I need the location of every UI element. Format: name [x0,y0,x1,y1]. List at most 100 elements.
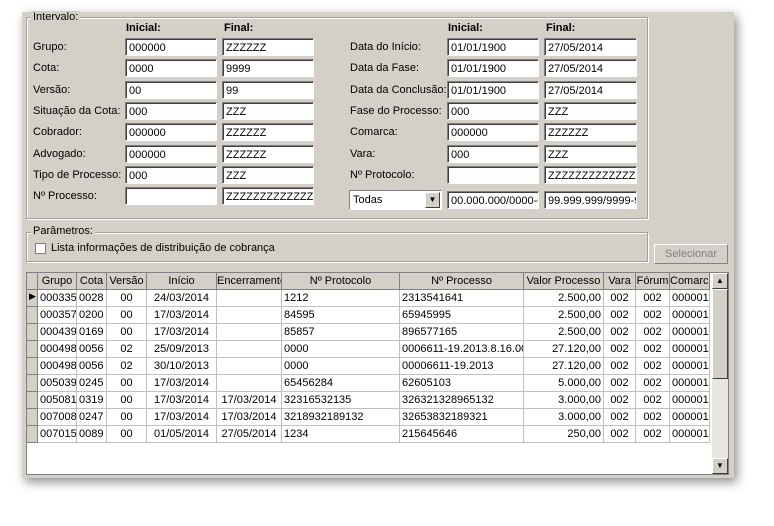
table-cell[interactable] [217,307,282,324]
distribuicao-checkbox[interactable] [35,243,46,254]
right-row-inicial-field[interactable]: 000 [447,102,539,120]
table-cell[interactable]: 002 [636,409,670,426]
table-cell[interactable]: 3.000,00 [524,409,604,426]
left-row-inicial-field[interactable]: 000000 [125,123,217,141]
table-cell[interactable]: 000498 [38,358,77,375]
table-cell[interactable]: 000001 [670,392,710,409]
table-cell[interactable]: 00 [107,324,147,341]
left-row-inicial-field[interactable]: 00 [125,81,217,99]
table-cell[interactable]: 000357 [38,307,77,324]
table-cell[interactable]: 17/03/2014 [147,392,217,409]
processo-type-select[interactable]: Todas ▼ [349,190,442,210]
column-header[interactable]: Fórum [636,273,670,290]
left-row-inicial-field[interactable]: 000000 [125,38,217,56]
table-cell[interactable]: 007008 [38,409,77,426]
table-cell[interactable]: 000439 [38,324,77,341]
table-cell[interactable]: 5.000,00 [524,375,604,392]
table-cell[interactable]: 0028 [77,290,107,307]
table-cell[interactable]: 0200 [77,307,107,324]
table-cell[interactable]: 005081 [38,392,77,409]
table-cell[interactable]: 2.500,00 [524,290,604,307]
table-cell[interactable]: 00 [107,409,147,426]
table-cell[interactable]: 326321328965132 [400,392,524,409]
left-row-final-field[interactable]: ZZZ [222,102,314,120]
table-cell[interactable]: 0056 [77,341,107,358]
column-header[interactable]: Cota [77,273,107,290]
table-cell[interactable]: 000001 [670,341,710,358]
table-cell[interactable]: 00 [107,426,147,443]
table-cell[interactable]: 00006611-19.2013 [400,358,524,375]
table-cell[interactable]: 84595 [282,307,400,324]
right-row-final-field[interactable]: ZZZZZZZZZZZZZZ [544,166,637,184]
scroll-down-icon[interactable]: ▼ [712,458,728,474]
table-cell[interactable]: 1234 [282,426,400,443]
table-cell[interactable]: 000335 [38,290,77,307]
table-cell[interactable]: 32316532135 [282,392,400,409]
table-cell[interactable]: 27.120,00 [524,341,604,358]
table-cell[interactable]: 0000 [282,341,400,358]
table-cell[interactable]: 17/03/2014 [147,409,217,426]
processo-final-field[interactable]: 99.999.999/9999-99 [544,191,637,209]
left-row-inicial-field[interactable] [125,187,217,205]
column-header[interactable]: Valor Processo [524,273,604,290]
scroll-up-icon[interactable]: ▲ [712,273,728,289]
table-cell[interactable] [217,375,282,392]
table-cell[interactable]: 32653832189321 [400,409,524,426]
table-cell[interactable]: 00 [107,375,147,392]
scroll-thumb[interactable] [712,289,728,379]
table-cell[interactable]: 000001 [670,307,710,324]
processo-inicial-field[interactable]: 00.000.000/0000-00 [447,191,539,209]
table-cell[interactable]: 000001 [670,409,710,426]
table-cell[interactable]: 25/09/2013 [147,341,217,358]
table-cell[interactable] [217,290,282,307]
column-header[interactable]: Vara [604,273,636,290]
right-row-final-field[interactable]: ZZZ [544,102,637,120]
table-cell[interactable]: 0000 [282,358,400,375]
table-cell[interactable]: 000001 [670,426,710,443]
left-row-final-field[interactable]: ZZZZZZ [222,145,314,163]
table-cell[interactable]: 002 [604,324,636,341]
table-cell[interactable]: 30/10/2013 [147,358,217,375]
table-cell[interactable]: 002 [604,358,636,375]
table-cell[interactable]: 00 [107,290,147,307]
table-cell[interactable]: 2313541641 [400,290,524,307]
table-cell[interactable]: 000001 [670,324,710,341]
table-cell[interactable]: 0089 [77,426,107,443]
table-cell[interactable]: 002 [604,426,636,443]
left-row-final-field[interactable]: ZZZZZZ [222,123,314,141]
right-row-inicial-field[interactable]: 000000 [447,123,539,141]
table-cell[interactable]: 0245 [77,375,107,392]
table-cell[interactable]: 27/05/2014 [217,426,282,443]
table-cell[interactable]: 002 [604,375,636,392]
table-cell[interactable]: 17/03/2014 [217,392,282,409]
left-row-inicial-field[interactable]: 000 [125,102,217,120]
table-cell[interactable]: 000001 [670,358,710,375]
row-indicator[interactable] [27,392,38,409]
column-header[interactable]: Nº Protocolo [282,273,400,290]
left-row-final-field[interactable]: ZZZ [222,166,314,184]
table-cell[interactable]: 0319 [77,392,107,409]
selecionar-button[interactable]: Selecionar [654,244,728,264]
right-row-inicial-field[interactable]: 01/01/1900 [447,81,539,99]
table-cell[interactable]: 17/03/2014 [147,324,217,341]
table-cell[interactable]: 002 [604,409,636,426]
row-indicator[interactable] [27,307,38,324]
table-cell[interactable]: 2.500,00 [524,324,604,341]
table-cell[interactable]: 002 [604,307,636,324]
table-cell[interactable]: 2.500,00 [524,307,604,324]
table-cell[interactable]: 000498 [38,341,77,358]
left-row-inicial-field[interactable]: 000 [125,166,217,184]
table-cell[interactable]: 896577165 [400,324,524,341]
column-header[interactable]: Grupo [38,273,77,290]
table-cell[interactable]: 3.000,00 [524,392,604,409]
table-cell[interactable]: 3218932189132 [282,409,400,426]
column-header[interactable]: Nº Processo [400,273,524,290]
right-row-final-field[interactable]: ZZZ [544,145,637,163]
table-cell[interactable]: 62605103 [400,375,524,392]
table-cell[interactable]: 002 [636,290,670,307]
left-row-inicial-field[interactable]: 000000 [125,145,217,163]
right-row-final-field[interactable]: ZZZZZZ [544,123,637,141]
left-row-final-field[interactable]: 9999 [222,59,314,77]
table-cell[interactable]: 250,00 [524,426,604,443]
table-cell[interactable]: 65456284 [282,375,400,392]
